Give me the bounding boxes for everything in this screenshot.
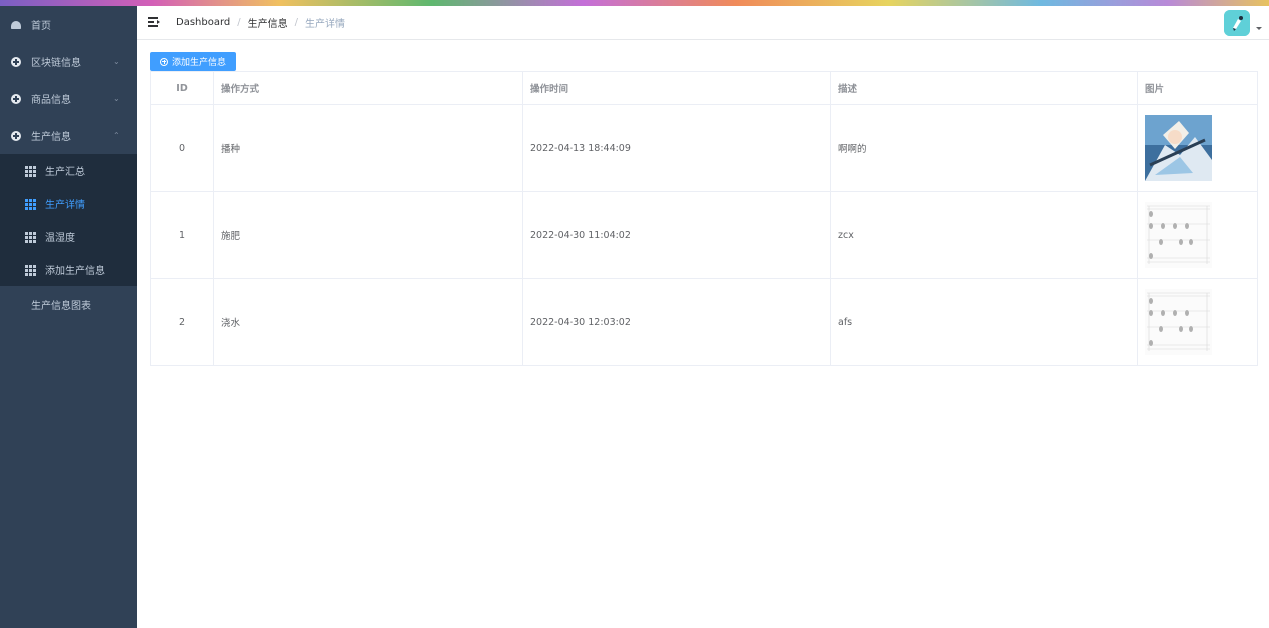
column-header-method: 操作方式 xyxy=(213,71,523,105)
breadcrumb-item-dashboard[interactable]: Dashboard xyxy=(176,17,230,28)
sidebar-item-label: 生产信息 xyxy=(31,132,71,143)
add-production-info-button[interactable]: 添加生产信息 xyxy=(150,52,237,71)
sidebar-item-label: 区块链信息 xyxy=(31,58,81,69)
breadcrumb-item-production[interactable]: 生产信息 xyxy=(248,15,288,30)
sidebar-item-home[interactable]: 首页 xyxy=(0,6,137,43)
table-row: 2 浇水 2022-04-30 12:03:02 afs xyxy=(150,278,1258,366)
add-button-label: 添加生产信息 xyxy=(172,57,227,67)
cell-image xyxy=(1137,191,1258,279)
cell-image xyxy=(1137,104,1258,192)
top-navbar: Dashboard / 生产信息 / 生产详情 xyxy=(137,6,1269,40)
submenu-item-add-production[interactable]: 添加生产信息 xyxy=(0,253,137,286)
breadcrumb: Dashboard / 生产信息 / 生产详情 xyxy=(176,15,345,30)
sidebar-item-production[interactable]: 生产信息 ⌃ xyxy=(0,117,137,154)
table-row: 0 播种 2022-04-13 18:44:09 啊啊的 xyxy=(150,104,1258,192)
sidebar-item-products[interactable]: 商品信息 ⌄ xyxy=(0,80,137,117)
sidebar-item-blockchain[interactable]: 区块链信息 ⌄ xyxy=(0,43,137,80)
cell-description: 啊啊的 xyxy=(830,104,1138,192)
plus-circle-icon xyxy=(11,56,21,67)
breadcrumb-separator: / xyxy=(294,17,299,28)
submenu-item-production-summary[interactable]: 生产汇总 xyxy=(0,154,137,187)
plus-circle-icon xyxy=(11,93,21,104)
avatar[interactable] xyxy=(1224,10,1250,36)
production-submenu: 生产汇总 生产详情 温湿度 添加生产信息 xyxy=(0,154,137,286)
sidebar-item-label: 生产信息图表 xyxy=(31,301,91,312)
submenu-item-label: 生产详情 xyxy=(45,200,85,211)
cell-time: 2022-04-30 11:04:02 xyxy=(522,191,831,279)
chevron-down-icon: ⌄ xyxy=(113,94,120,103)
cell-image xyxy=(1137,278,1258,366)
submenu-item-label: 温湿度 xyxy=(45,233,75,244)
cell-time: 2022-04-30 12:03:02 xyxy=(522,278,831,366)
breadcrumb-separator: / xyxy=(237,17,241,28)
chevron-down-icon: ⌄ xyxy=(113,57,120,66)
column-header-id: ID xyxy=(150,71,214,105)
sheet-music-thumbnail[interactable] xyxy=(1145,289,1212,355)
table-header-row: ID 操作方式 操作时间 描述 图片 xyxy=(150,71,1258,105)
table-row: 1 施肥 2022-04-30 11:04:02 zcx xyxy=(150,191,1258,279)
grid-icon xyxy=(25,165,36,177)
plus-circle-icon xyxy=(160,57,168,66)
cell-method: 浇水 xyxy=(213,278,523,366)
sidebar-item-label: 首页 xyxy=(31,21,51,32)
grid-icon xyxy=(25,231,36,243)
cell-id: 2 xyxy=(150,278,214,366)
cell-id: 1 xyxy=(150,191,214,279)
main-content: 添加生产信息 ID 操作方式 操作时间 描述 图片 0 播种 2022-04-1… xyxy=(137,40,1269,628)
cell-time: 2022-04-13 18:44:09 xyxy=(522,104,831,192)
cell-method: 施肥 xyxy=(213,191,523,279)
submenu-item-production-detail[interactable]: 生产详情 xyxy=(0,187,137,220)
submenu-item-label: 添加生产信息 xyxy=(45,266,105,277)
cell-method: 播种 xyxy=(213,104,523,192)
hamburger-menu-icon[interactable] xyxy=(148,17,160,28)
grid-icon xyxy=(25,198,36,210)
sidebar-item-production-chart[interactable]: 生产信息图表 xyxy=(0,286,137,323)
plus-circle-icon xyxy=(11,130,21,141)
sidebar: 首页 区块链信息 ⌄ 商品信息 ⌄ 生产信息 ⌃ 生产汇总 生产详情 温湿度 添… xyxy=(0,6,137,628)
anime-figure-thumbnail[interactable] xyxy=(1145,115,1212,181)
cell-id: 0 xyxy=(150,104,214,192)
cell-description: afs xyxy=(830,278,1138,366)
grid-icon xyxy=(25,264,36,276)
cell-description: zcx xyxy=(830,191,1138,279)
production-detail-table: ID 操作方式 操作时间 描述 图片 0 播种 2022-04-13 18:44… xyxy=(150,71,1258,366)
sidebar-item-label: 商品信息 xyxy=(31,95,71,106)
submenu-item-temperature-humidity[interactable]: 温湿度 xyxy=(0,220,137,253)
column-header-time: 操作时间 xyxy=(522,71,831,105)
chevron-up-icon: ⌃ xyxy=(113,131,120,140)
sheet-music-thumbnail[interactable] xyxy=(1145,202,1212,268)
column-header-description: 描述 xyxy=(830,71,1138,105)
dashboard-icon xyxy=(11,20,21,30)
column-header-image: 图片 xyxy=(1137,71,1258,105)
caret-down-icon[interactable] xyxy=(1256,27,1262,30)
breadcrumb-item-current: 生产详情 xyxy=(305,19,346,30)
grid-icon xyxy=(11,300,21,310)
submenu-item-label: 生产汇总 xyxy=(45,167,85,178)
